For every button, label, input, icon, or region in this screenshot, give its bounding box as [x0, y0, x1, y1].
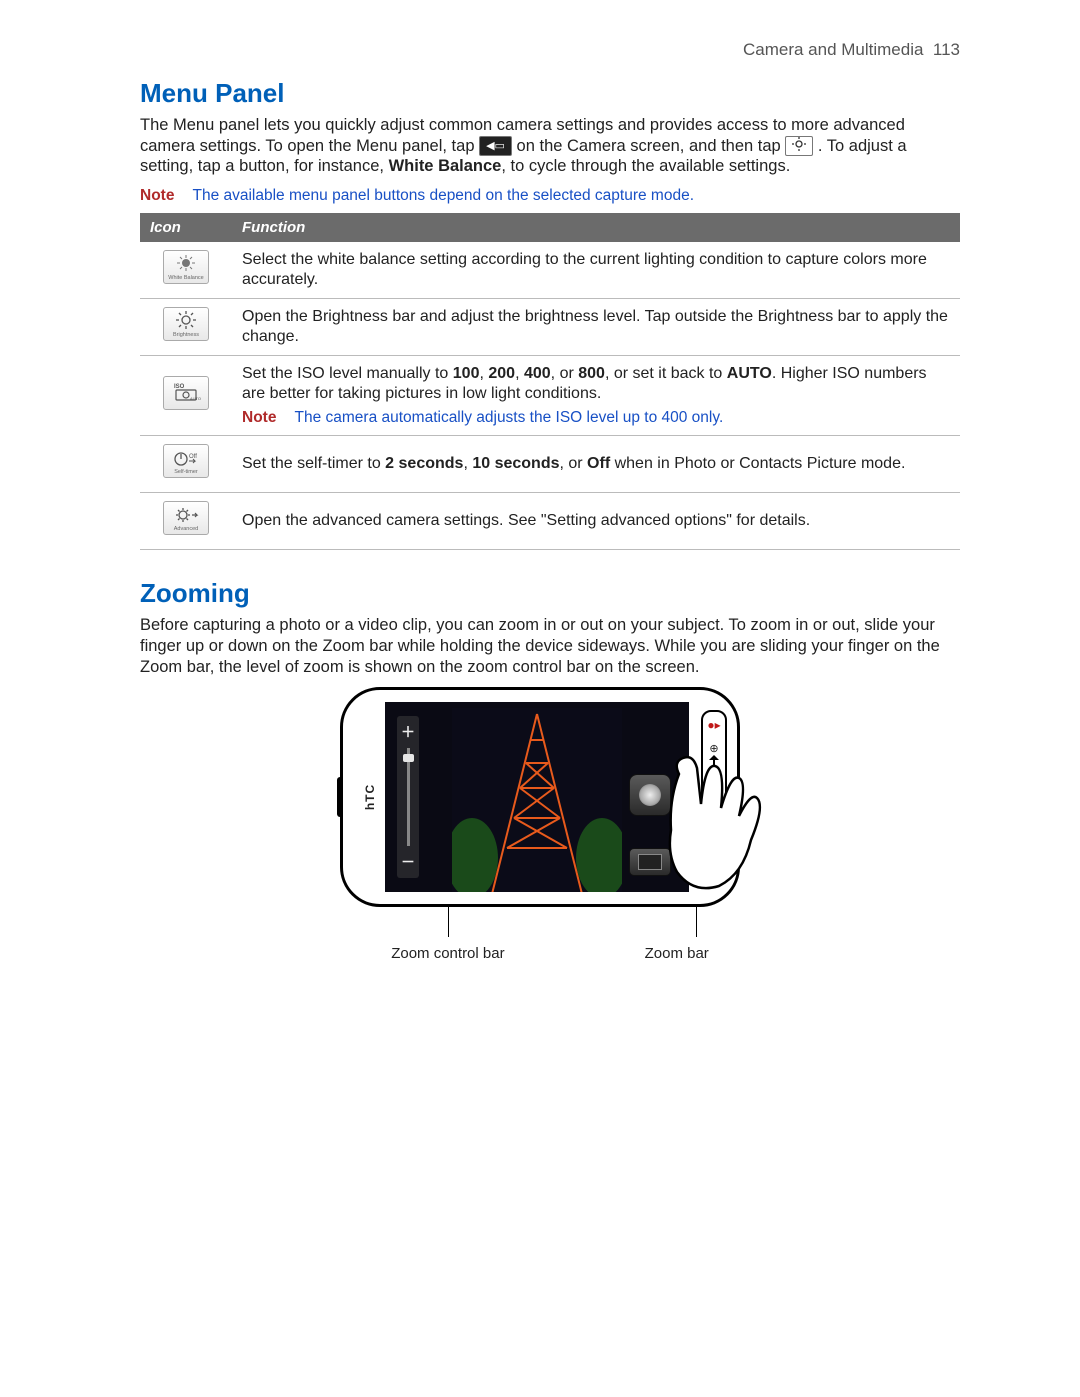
shutter-button[interactable]	[629, 774, 671, 816]
menu-panel-note: Note The available menu panel buttons de…	[140, 187, 960, 205]
tower-image	[452, 708, 622, 892]
zoom-out-icon[interactable]: －	[401, 852, 415, 872]
heading-menu-panel: Menu Panel	[140, 78, 960, 109]
page-number: 113	[933, 40, 960, 59]
fn-desc: Select the white balance setting accordi…	[232, 242, 960, 299]
callout-line	[696, 905, 697, 937]
fn-desc: Set the ISO level manually to 100, 200, …	[232, 355, 960, 435]
zoom-in-icon[interactable]: ＋	[401, 722, 415, 742]
advanced-icon: Advanced	[163, 501, 209, 535]
table-row: Advanced Open the advanced camera settin…	[140, 493, 960, 550]
page-header: Camera and Multimedia 113	[140, 40, 960, 60]
zoom-control-bar[interactable]: ＋ －	[397, 716, 419, 878]
zoom-bar[interactable]: ●▸ ⊕ ⊖	[701, 710, 727, 884]
table-row: Brightness Open the Brightness bar and a…	[140, 298, 960, 355]
fn-desc: Open the advanced camera settings. See "…	[232, 493, 960, 550]
manual-page: Camera and Multimedia 113 Menu Panel The…	[0, 0, 1080, 1030]
col-function: Function	[232, 213, 960, 242]
table-row: White Balance Select the white balance s…	[140, 242, 960, 299]
zoom-level-knob[interactable]	[403, 754, 414, 762]
aperture-icon	[639, 784, 661, 806]
label-zoom-control-bar: Zoom control bar	[391, 945, 504, 962]
menu-panel-table: Icon Function White Balance Select the w…	[140, 213, 960, 550]
thumbnail-icon	[638, 854, 662, 870]
gallery-thumb-button[interactable]	[629, 848, 671, 876]
camera-menu-icon	[785, 136, 813, 156]
note-text: The available menu panel buttons depend …	[192, 187, 694, 204]
note-label: Note	[140, 187, 174, 204]
brightness-icon: Brightness	[163, 307, 209, 341]
section-name: Camera and Multimedia	[743, 40, 923, 59]
phone-illustration: hTC ＋ －	[340, 687, 760, 962]
callout-line	[448, 905, 449, 937]
table-row: Off Self-timer Set the self-timer to 2 s…	[140, 436, 960, 493]
iso-icon: ISO AUTO	[163, 376, 209, 410]
slide-arrow-icon	[713, 759, 715, 855]
fn-desc: Set the self-timer to 2 seconds, 10 seco…	[232, 436, 960, 493]
zooming-body: Before capturing a photo or a video clip…	[140, 615, 960, 677]
table-row: ISO AUTO Set the ISO level manually to 10…	[140, 355, 960, 435]
record-icon: ●▸	[707, 718, 720, 732]
heading-zooming: Zooming	[140, 578, 960, 609]
fn-desc: Open the Brightness bar and adjust the b…	[232, 298, 960, 355]
label-zoom-bar: Zoom bar	[645, 945, 709, 962]
svg-text:AUTO: AUTO	[190, 396, 201, 401]
camera-back-icon: ◀▭	[479, 136, 512, 156]
white-balance-icon: White Balance	[163, 250, 209, 284]
menu-panel-intro: The Menu panel lets you quickly adjust c…	[140, 115, 960, 177]
svg-text:ISO: ISO	[174, 384, 185, 390]
self-timer-icon: Off Self-timer	[163, 444, 209, 478]
col-icon: Icon	[140, 213, 232, 242]
device-brand: hTC	[363, 784, 377, 810]
camera-viewfinder: ＋ －	[385, 702, 689, 892]
